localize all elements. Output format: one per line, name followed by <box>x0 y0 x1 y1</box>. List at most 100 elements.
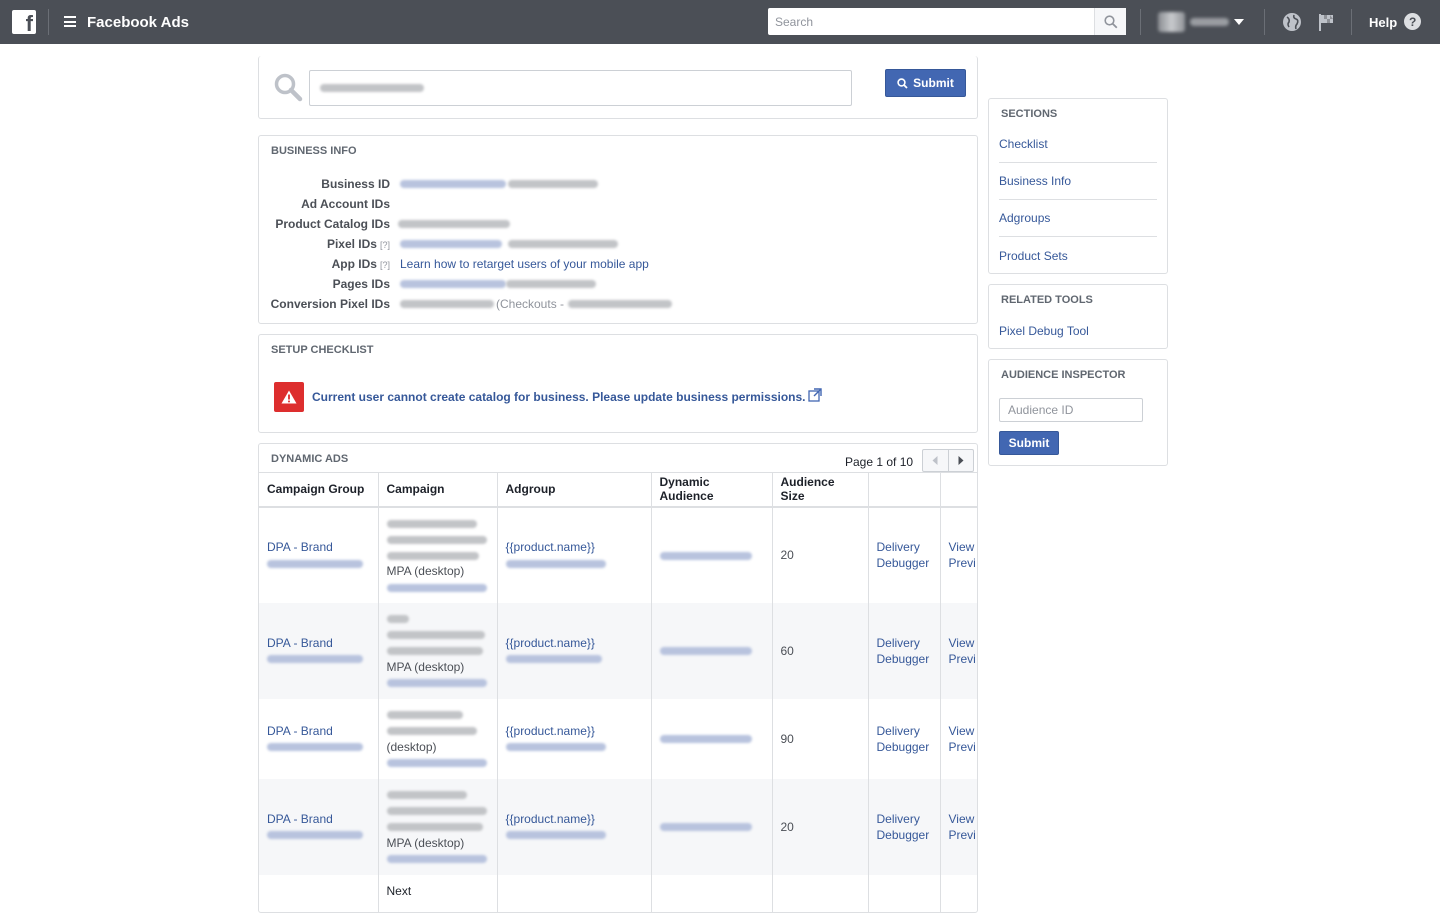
delivery-debugger-link[interactable]: Delivery <box>877 723 932 739</box>
view-preview-link[interactable]: View <box>949 635 971 651</box>
business-search-input[interactable] <box>309 70 852 106</box>
section-heading: RELATED TOOLS <box>1001 294 1093 306</box>
help-button[interactable]: Help ? <box>1369 14 1421 30</box>
column-header[interactable]: Campaign Group <box>259 473 378 507</box>
field-label: Conversion Pixel IDs <box>271 297 390 311</box>
redacted-value <box>267 560 363 568</box>
adgroup-link[interactable]: {{product.name}} <box>506 723 643 739</box>
delivery-debugger-link[interactable]: Delivery <box>877 539 932 555</box>
column-header <box>940 473 978 507</box>
page-indicator: Page 1 of 10 <box>845 455 913 469</box>
search-submit-label: Submit <box>913 76 954 90</box>
redacted-value <box>387 711 463 719</box>
search-submit-button[interactable]: Submit <box>885 69 966 97</box>
facebook-logo-icon[interactable]: f <box>12 10 36 34</box>
section-heading: BUSINESS INFO <box>271 145 357 157</box>
business-id-row: Business ID <box>259 174 979 194</box>
view-preview-link[interactable]: View <box>949 811 971 827</box>
globe-icon[interactable] <box>1282 12 1302 32</box>
table-row: DPA - Brand MPA (desktop) {{product.name… <box>259 779 978 875</box>
column-header[interactable]: Audience Size <box>772 473 868 507</box>
table-row: DPA - Brand (desktop) {{product.name}} 9… <box>259 699 978 779</box>
redacted-value <box>387 791 467 799</box>
delivery-debugger-link[interactable]: Delivery <box>877 811 932 827</box>
previous-page-button[interactable] <box>923 450 949 471</box>
adgroup-link[interactable]: {{product.name}} <box>506 811 643 827</box>
view-preview-link[interactable]: Previ <box>949 827 971 843</box>
delivery-debugger-cell <box>868 875 940 913</box>
next-page-button[interactable] <box>949 450 974 471</box>
sidebar-item-adgroups[interactable]: Adgroups <box>999 200 1157 237</box>
column-header[interactable]: Adgroup <box>497 473 651 507</box>
delivery-debugger-link[interactable]: Debugger <box>877 555 932 571</box>
view-preview-link[interactable]: View <box>949 539 971 555</box>
view-preview-link[interactable]: Previ <box>949 651 971 667</box>
redacted-value <box>506 560 606 568</box>
sections-panel: SECTIONS Checklist Business Info Adgroup… <box>988 98 1168 274</box>
hamburger-menu-icon[interactable] <box>64 16 76 27</box>
warning-icon <box>274 382 304 412</box>
sidebar-item-product-sets[interactable]: Product Sets <box>999 237 1157 274</box>
app-title[interactable]: Facebook Ads <box>87 14 189 31</box>
view-preview-link[interactable]: Previ <box>949 555 971 571</box>
redacted-value <box>506 831 606 839</box>
view-preview-cell <box>940 875 978 913</box>
table-row: Next <box>259 875 978 913</box>
divider <box>1264 9 1265 35</box>
field-label: Pages IDs <box>333 277 390 291</box>
campaign-group-link[interactable]: DPA - Brand <box>267 635 370 651</box>
audience-id-input[interactable] <box>999 398 1143 422</box>
redacted-value <box>400 240 502 248</box>
field-label: Business ID <box>321 177 390 191</box>
help-tooltip-icon[interactable]: [?] <box>380 240 390 250</box>
adgroup-link[interactable]: {{product.name}} <box>506 635 643 651</box>
column-header[interactable]: Campaign <box>378 473 497 507</box>
global-search <box>768 8 1126 35</box>
campaign-group-link[interactable]: DPA - Brand <box>267 723 370 739</box>
account-name-redacted <box>1190 18 1229 26</box>
section-heading: SETUP CHECKLIST <box>271 344 373 356</box>
campaign-name: MPA (desktop) <box>387 835 489 851</box>
campaign-group-link[interactable]: DPA - Brand <box>267 811 370 827</box>
redacted-value <box>387 727 477 735</box>
redacted-value <box>506 743 606 751</box>
external-link-icon[interactable] <box>808 388 822 402</box>
flag-icon[interactable] <box>1316 12 1336 32</box>
question-mark-icon: ? <box>1404 13 1421 30</box>
redacted-value <box>506 280 596 288</box>
view-preview-link[interactable]: Previ <box>949 739 971 755</box>
audience-submit-button[interactable]: Submit <box>999 431 1059 455</box>
delivery-debugger-link[interactable]: Delivery <box>877 635 932 651</box>
delivery-debugger-link[interactable]: Debugger <box>877 739 932 755</box>
delivery-debugger-link[interactable]: Debugger <box>877 651 932 667</box>
help-tooltip-icon[interactable]: [?] <box>380 260 390 270</box>
redacted-value <box>508 180 598 188</box>
retarget-app-users-link[interactable]: Learn how to retarget users of your mobi… <box>400 257 649 271</box>
global-search-button[interactable] <box>1094 8 1126 35</box>
campaign-group-link[interactable]: DPA - Brand <box>267 539 370 555</box>
sidebar-item-business-info[interactable]: Business Info <box>999 163 1157 200</box>
global-search-input[interactable] <box>768 8 1094 35</box>
table-row: DPA - Brand MPA (desktop) {{product.name… <box>259 603 978 699</box>
divider <box>1140 9 1141 35</box>
view-preview-link[interactable]: View <box>949 723 971 739</box>
redacted-value <box>400 300 494 308</box>
sidebar-item-pixel-debug-tool[interactable]: Pixel Debug Tool <box>999 312 1157 349</box>
top-bar: f Facebook Ads Help ? <box>0 0 1440 44</box>
section-heading: AUDIENCE INSPECTOR <box>1001 369 1125 381</box>
redacted-value <box>387 552 479 560</box>
redacted-value <box>387 647 483 655</box>
catalog-permission-warning[interactable]: Current user cannot create catalog for b… <box>312 390 806 404</box>
delivery-debugger-link[interactable]: Debugger <box>877 827 932 843</box>
sidebar-item-checklist[interactable]: Checklist <box>999 126 1157 163</box>
redacted-value <box>506 655 602 663</box>
table-row: DPA - Brand MPA (desktop) {{product.name… <box>259 507 978 603</box>
column-header[interactable]: Dynamic Audience <box>651 473 772 507</box>
section-heading: SECTIONS <box>1001 108 1057 120</box>
redacted-value <box>660 823 752 831</box>
dynamic-audience-cell <box>651 875 772 913</box>
chevron-right-icon <box>958 456 964 465</box>
search-icon <box>1104 15 1118 29</box>
adgroup-link[interactable]: {{product.name}} <box>506 539 643 555</box>
account-menu[interactable] <box>1158 11 1244 33</box>
